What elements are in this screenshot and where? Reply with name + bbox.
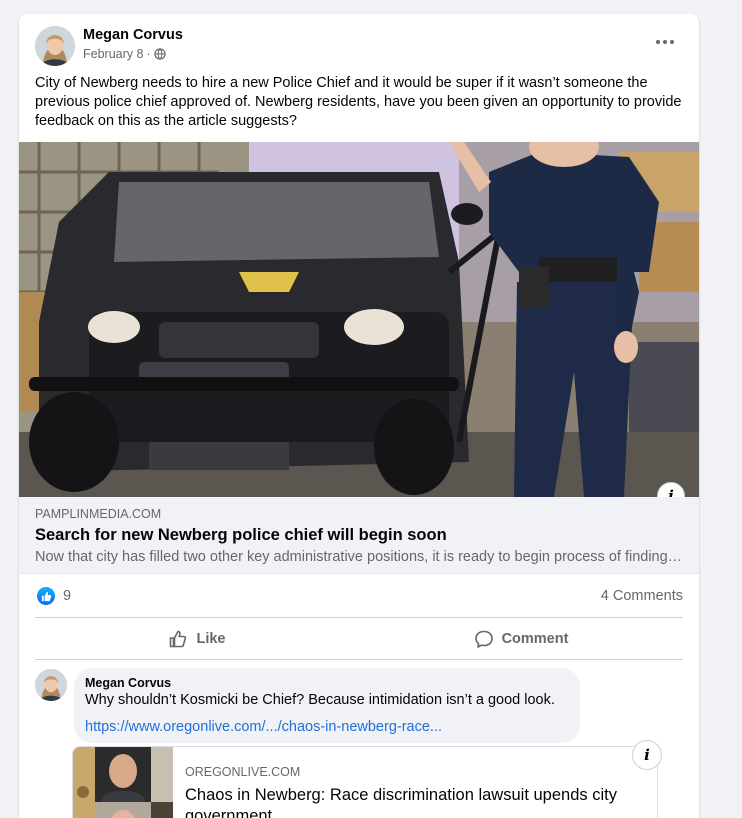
- post-header: Megan Corvus February 8 ·: [19, 14, 699, 74]
- comment-link[interactable]: https://www.oregonlive.com/.../chaos-in-…: [85, 719, 442, 735]
- post-card: Megan Corvus February 8 · City of Newber…: [19, 14, 699, 818]
- dot: [663, 40, 667, 44]
- reaction-count[interactable]: 9: [63, 588, 71, 604]
- thumbs-up-icon: [170, 630, 187, 648]
- like-label: Like: [196, 631, 226, 647]
- link-title[interactable]: Search for new Newberg police chief will…: [35, 526, 447, 545]
- comment-icon: [474, 630, 493, 648]
- dot: [656, 40, 660, 44]
- like-icon[interactable]: [37, 587, 55, 605]
- like-button[interactable]: Like: [35, 619, 359, 659]
- police-photo[interactable]: [19, 142, 699, 497]
- comments-count[interactable]: 4 Comments: [601, 588, 683, 604]
- article-thumbnail[interactable]: [73, 747, 173, 818]
- link-preview[interactable]: i PAMPLINMEDIA.COM Search for new Newber…: [19, 142, 699, 574]
- comment-button[interactable]: Comment: [359, 619, 683, 659]
- comment-label: Comment: [501, 631, 569, 647]
- divider: [35, 617, 683, 618]
- comment-text: Why shouldn’t Kosmicki be Chief? Because…: [85, 692, 555, 708]
- comment-author[interactable]: Megan Corvus: [85, 676, 171, 690]
- post-date[interactable]: February 8: [83, 47, 143, 61]
- post-text: City of Newberg needs to hire a new Poli…: [35, 75, 682, 129]
- post-meta: February 8 ·: [83, 47, 166, 61]
- preview-domain: OREGONLIVE.COM: [185, 765, 301, 779]
- divider: [35, 659, 683, 660]
- author-avatar[interactable]: [35, 26, 75, 66]
- commenter-avatar[interactable]: [35, 669, 67, 701]
- preview-title[interactable]: Chaos in Newberg: Race discrimination la…: [185, 785, 645, 818]
- more-options-icon[interactable]: [647, 30, 683, 54]
- dot: [670, 40, 674, 44]
- comment-bubble: Megan Corvus Why shouldn’t Kosmicki be C…: [74, 668, 580, 743]
- info-icon[interactable]: i: [632, 740, 662, 770]
- link-preview-body[interactable]: PAMPLINMEDIA.COM Search for new Newberg …: [19, 497, 699, 574]
- link-domain: PAMPLINMEDIA.COM: [35, 507, 162, 521]
- comment-link-preview[interactable]: OREGONLIVE.COM Chaos in Newberg: Race di…: [72, 746, 658, 818]
- meta-separator: ·: [146, 47, 151, 61]
- link-description: Now that city has filled two other key a…: [35, 549, 683, 565]
- reactions-bar: 9 4 Comments: [35, 582, 683, 618]
- action-bar: Like Comment: [35, 619, 683, 659]
- globe-icon[interactable]: [154, 48, 166, 60]
- post-author[interactable]: Megan Corvus: [83, 27, 183, 43]
